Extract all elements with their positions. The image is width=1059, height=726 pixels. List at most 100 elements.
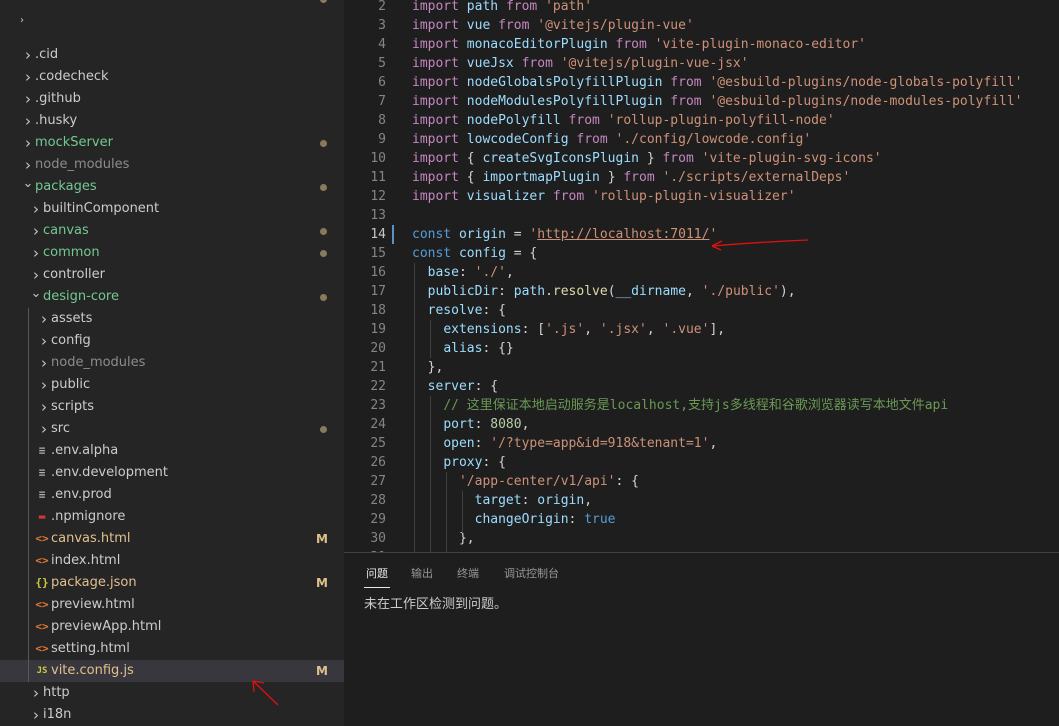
code-token: from <box>521 56 561 71</box>
tree-item[interactable]: › .cid <box>0 44 344 66</box>
line-number: 3 <box>378 18 386 33</box>
tree-item[interactable]: › common <box>0 242 344 264</box>
tree-item[interactable]: › builtinComponent <box>0 198 344 220</box>
code-token: 'rollup-plugin-polyfill-node' <box>607 113 835 128</box>
tree-item[interactable]: › mockServer <box>0 132 344 154</box>
code-token: // 这里保证本地启动服务是localhost,支持js多线程和谷歌浏览器读写本… <box>443 398 949 413</box>
tree-item-partial[interactable]: › <box>0 0 344 10</box>
tree-item[interactable]: ≡ .env.development <box>0 462 344 484</box>
code-text: }, <box>412 529 475 548</box>
code-token: from <box>623 170 663 185</box>
code-line[interactable]: 17 publicDir: path.resolve(__dirname, '.… <box>344 282 1059 301</box>
line-number: 10 <box>370 151 386 166</box>
tree-item[interactable]: ≡ .env.alpha <box>0 440 344 462</box>
code-token: '.jsx' <box>599 322 647 337</box>
tree-item[interactable]: › controller <box>0 264 344 286</box>
tree-item[interactable]: › .github <box>0 88 344 110</box>
tree-item[interactable]: <> index.html <box>0 550 344 572</box>
code-line[interactable]: 19 extensions: ['.js', '.jsx', '.vue'], <box>344 320 1059 339</box>
chevron-right-icon: › <box>41 376 47 394</box>
tree-item[interactable]: <> preview.html <box>0 594 344 616</box>
code-line[interactable]: 18 resolve: { <box>344 301 1059 320</box>
code-token: , <box>521 417 530 432</box>
code-line[interactable]: 24 port: 8080, <box>344 415 1059 434</box>
code-token: const <box>412 227 459 242</box>
tree-item[interactable]: › i18n <box>0 704 344 726</box>
code-token: '/app-center/v1/api' <box>458 474 616 489</box>
code-line[interactable]: 21 }, <box>344 358 1059 377</box>
tree-item[interactable]: JS vite.config.js M <box>0 660 344 682</box>
tree-item[interactable]: ⌄ design-core <box>0 286 344 308</box>
line-number: 14 <box>370 227 386 242</box>
html-file-icon: <> <box>35 554 49 567</box>
code-line[interactable]: 3 import vue from '@vitejs/plugin-vue' <box>344 16 1059 35</box>
tab-output[interactable]: 输出 <box>411 565 433 581</box>
code-line[interactable]: 14 const origin = 'http://localhost:7011/… <box>344 225 1059 244</box>
tree-item[interactable]: › .codecheck <box>0 66 344 88</box>
code-line[interactable]: 23 // 这里保证本地启动服务是localhost,支持js多线程和谷歌浏览器… <box>344 396 1059 415</box>
code-token: , <box>505 265 514 280</box>
line-number: 30 <box>370 531 386 546</box>
code-line[interactable]: 28 target: origin, <box>344 491 1059 510</box>
code-line[interactable]: 2 import path from 'path' <box>344 0 1059 16</box>
tree-item[interactable]: › canvas <box>0 220 344 242</box>
tree-item-label: .env.development <box>51 465 168 480</box>
code-token: path <box>513 284 546 299</box>
tab-terminal[interactable]: 终端 <box>457 565 479 581</box>
tree-item-label: i18n <box>43 707 72 722</box>
code-line[interactable]: 5 import vueJsx from '@vitejs/plugin-vue-… <box>344 54 1059 73</box>
code-line[interactable]: 20 alias: {} <box>344 339 1059 358</box>
code-line[interactable]: 29 changeOrigin: true <box>344 510 1059 529</box>
line-number: 17 <box>370 284 386 299</box>
tree-item[interactable]: › node_modules <box>0 352 344 374</box>
code-line[interactable]: 10 import { createSvgIconsPlugin } from '… <box>344 149 1059 168</box>
code-line[interactable]: 6 import nodeGlobalsPolyfillPlugin from '… <box>344 73 1059 92</box>
code-line[interactable]: 26 proxy: { <box>344 453 1059 472</box>
tree-item[interactable]: › .husky <box>0 110 344 132</box>
tree-item[interactable]: <> previewApp.html <box>0 616 344 638</box>
tree-item[interactable]: › assets <box>0 308 344 330</box>
tree-item[interactable]: › http <box>0 682 344 704</box>
code-editor[interactable]: 2 import path from 'path' 3 import vue from… <box>344 0 1059 552</box>
code-token: proxy <box>443 455 483 470</box>
code-token: '@vitejs/plugin-vue' <box>537 18 694 33</box>
code-line[interactable]: 4 import monacoEditorPlugin from 'vite-pl… <box>344 35 1059 54</box>
code-token: import <box>412 189 467 204</box>
tree-item[interactable]: <> setting.html <box>0 638 344 660</box>
code-line[interactable]: 27 '/app-center/v1/api': { <box>344 472 1059 491</box>
tree-item-label: setting.html <box>51 641 130 656</box>
code-line[interactable]: 30 }, <box>344 529 1059 548</box>
chevron-down-icon: ⌄ <box>30 286 42 301</box>
tree-item[interactable]: <> canvas.html M <box>0 528 344 550</box>
code-line[interactable]: 16 base: './', <box>344 263 1059 282</box>
tree-item[interactable]: › public <box>0 374 344 396</box>
indent-guide <box>462 491 463 533</box>
code-line[interactable]: 8 import nodePolyfill from 'rollup-plugin… <box>344 111 1059 130</box>
code-token: visualizer <box>466 189 553 204</box>
code-line[interactable]: 22 server: { <box>344 377 1059 396</box>
line-number: 12 <box>370 189 386 204</box>
code-line[interactable]: 7 import nodeModulesPolyfillPlugin from '… <box>344 92 1059 111</box>
code-token: } <box>607 170 624 185</box>
tree-item[interactable]: › config <box>0 330 344 352</box>
tree-item[interactable]: › src <box>0 418 344 440</box>
tree-item[interactable]: {} package.json M <box>0 572 344 594</box>
tree-item[interactable]: › node_modules <box>0 154 344 176</box>
code-line[interactable]: 25 open: '/?type=app&id=918&tenant=1', <box>344 434 1059 453</box>
tree-item[interactable]: ⌄ packages <box>0 176 344 198</box>
tree-item-partial[interactable]: › <box>0 10 344 32</box>
tree-item-label: .env.prod <box>51 487 112 502</box>
tree-item[interactable]: ▬ .npmignore <box>0 506 344 528</box>
code-line[interactable]: 11 import { importmapPlugin } from './scr… <box>344 168 1059 187</box>
code-line[interactable]: 12 import visualizer from 'rollup-plugin-… <box>344 187 1059 206</box>
code-line[interactable]: 15 const config = { <box>344 244 1059 263</box>
code-line[interactable]: 13 <box>344 206 1059 225</box>
tree-item[interactable]: › scripts <box>0 396 344 418</box>
line-number: 13 <box>370 208 386 223</box>
tab-problems[interactable]: 问题 <box>366 565 388 581</box>
line-number: 21 <box>370 360 386 375</box>
code-line[interactable]: 9 import lowcodeConfig from './config/low… <box>344 130 1059 149</box>
tab-debug-console[interactable]: 调试控制台 <box>504 565 559 581</box>
tree-item[interactable]: ≡ .env.prod <box>0 484 344 506</box>
code-token: '@vitejs/plugin-vue-jsx' <box>560 56 749 71</box>
